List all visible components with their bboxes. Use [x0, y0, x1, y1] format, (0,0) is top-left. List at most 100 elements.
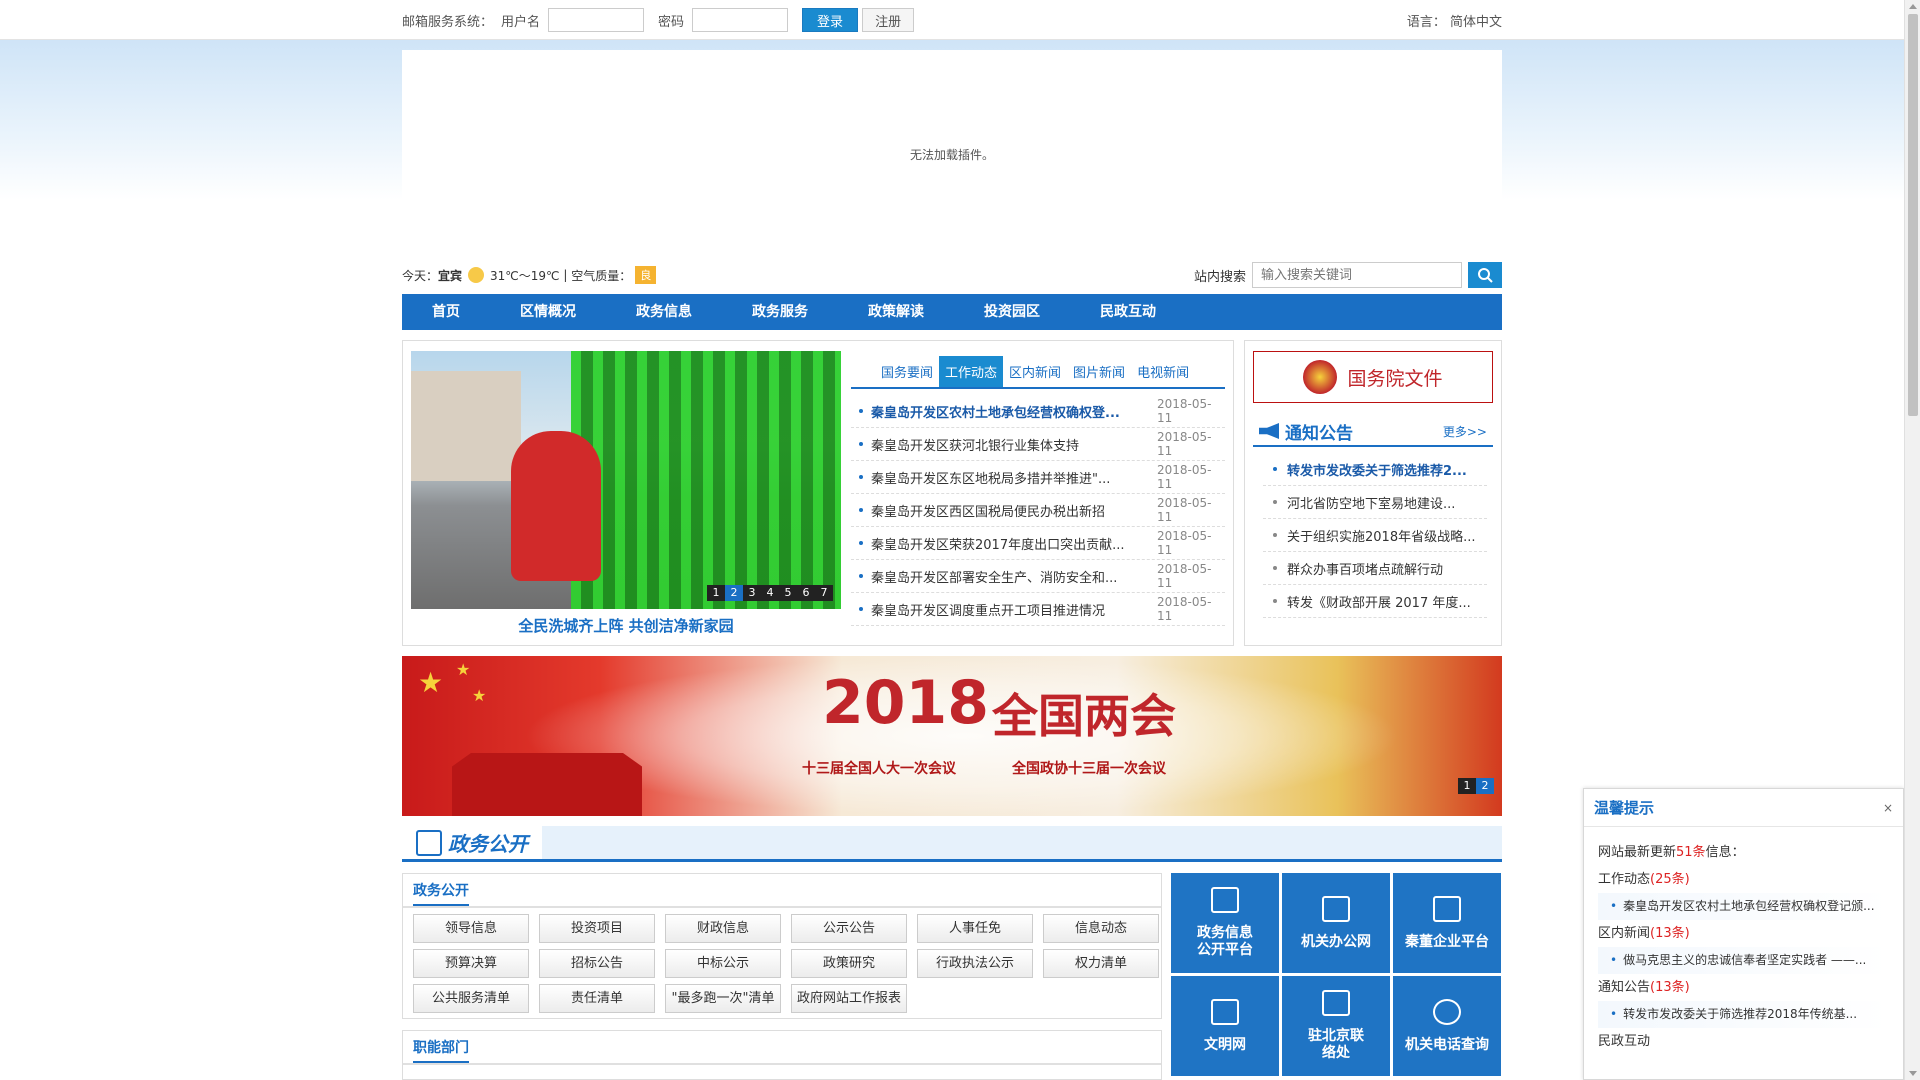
- tile-phone-lookup[interactable]: 机关电话查询: [1393, 976, 1501, 1076]
- news-item[interactable]: 秦皇岛开发区西区国税局便民办税出新招 2018-05-11: [851, 494, 1225, 527]
- search-button[interactable]: [1468, 262, 1502, 288]
- news-item[interactable]: 秦皇岛开发区荣获2017年度出口突出贡献... 2018-05-11: [851, 527, 1225, 560]
- gov-open-button[interactable]: 人事任免: [917, 914, 1033, 943]
- news-date: 2018-05-11: [1157, 463, 1212, 491]
- gov-open-button[interactable]: 责任清单: [539, 984, 655, 1013]
- bullet-icon: [859, 475, 863, 479]
- news-item[interactable]: 秦皇岛开发区农村土地承包经营权确权登... 2018-05-11: [851, 395, 1225, 428]
- nav-item-policy[interactable]: 政策解读: [838, 294, 954, 330]
- carousel-page[interactable]: 3: [743, 585, 761, 601]
- tile-beijing-office[interactable]: 驻北京联 络处: [1282, 976, 1390, 1076]
- news-title: 秦皇岛开发区西区国税局便民办税出新招: [871, 504, 1106, 520]
- notice-item[interactable]: 转发市发改委关于筛选推荐2...: [1263, 453, 1487, 486]
- photo-carousel[interactable]: 1 2 3 4 5 6 7: [411, 351, 841, 609]
- gov-open-button[interactable]: 财政信息: [665, 914, 781, 943]
- username-label: 用户名: [501, 14, 541, 30]
- gov-open-button[interactable]: "最多跑一次"清单: [665, 984, 781, 1013]
- popup-group[interactable]: 通知公告(13条): [1598, 974, 1889, 1001]
- tab-work-updates[interactable]: 工作动态: [939, 356, 1004, 387]
- popup-group[interactable]: 区内新闻(13条): [1598, 920, 1889, 947]
- news-title: 秦皇岛开发区荣获2017年度出口突出贡献...: [871, 537, 1125, 553]
- news-item[interactable]: 秦皇岛开发区部署安全生产、消防安全和... 2018-05-11: [851, 560, 1225, 593]
- search-input[interactable]: [1252, 262, 1462, 288]
- popup-group-item[interactable]: 转发市发改委关于筛选推荐2018年传统基...: [1598, 1001, 1889, 1028]
- gov-open-button[interactable]: 招标公告: [539, 949, 655, 978]
- bullet-icon: [1273, 599, 1277, 603]
- popup-body: 网站最新更新51条信息： 工作动态(25条) 秦皇岛开发区农村土地承包经营权确权…: [1584, 827, 1903, 1067]
- gov-open-button[interactable]: 行政执法公示: [917, 949, 1033, 978]
- gov-open-button[interactable]: 公共服务清单: [413, 984, 529, 1013]
- gov-open-panel: 政务公开 领导信息 投资项目 财政信息 公示公告 人事任免 信息动态 预算决算 …: [402, 873, 1162, 1019]
- gov-open-button[interactable]: 权力清单: [1043, 949, 1159, 978]
- username-input[interactable]: [548, 8, 645, 32]
- gov-open-title: 政务公开: [413, 880, 469, 906]
- carousel-page[interactable]: 5: [779, 585, 797, 601]
- tile-enterprise-platform[interactable]: 秦董企业平台: [1393, 873, 1501, 973]
- gov-open-button[interactable]: 预算决算: [413, 949, 529, 978]
- banner-page[interactable]: 1: [1458, 778, 1476, 794]
- gov-open-button[interactable]: 政策研究: [791, 949, 907, 978]
- scroll-down-icon[interactable]: [1909, 1071, 1917, 1076]
- language-selector[interactable]: 语言： 简体中文: [1407, 11, 1502, 30]
- popup-group[interactable]: 民政互动: [1598, 1028, 1889, 1055]
- news-item[interactable]: 秦皇岛开发区调度重点开工项目推进情况 2018-05-11: [851, 593, 1225, 626]
- state-council-docs-button[interactable]: 国务院文件: [1253, 351, 1493, 403]
- plugin-placeholder: 无法加载插件。: [402, 50, 1502, 200]
- tile-gov-info-platform[interactable]: 政务信息 公开平台: [1171, 873, 1279, 973]
- carousel-page[interactable]: 6: [797, 585, 815, 601]
- gov-open-button[interactable]: 信息动态: [1043, 914, 1159, 943]
- scroll-up-icon[interactable]: [1909, 4, 1917, 9]
- carousel-page-active[interactable]: 2: [725, 585, 743, 601]
- notice-item[interactable]: 转发《财政部开展 2017 年度...: [1263, 585, 1487, 618]
- nav-item-overview[interactable]: 区情概况: [490, 294, 606, 330]
- notice-item[interactable]: 关于组织实施2018年省级战略...: [1263, 519, 1487, 552]
- register-button[interactable]: 注册: [862, 8, 915, 32]
- carousel-page[interactable]: 4: [761, 585, 779, 601]
- gov-open-buttons: 领导信息 投资项目 财政信息 公示公告 人事任免 信息动态 预算决算 招标公告 …: [403, 908, 1161, 1019]
- more-link[interactable]: 更多>>: [1443, 423, 1487, 440]
- news-item[interactable]: 秦皇岛开发区东区地税局多措并举推进"... 2018-05-11: [851, 461, 1225, 494]
- state-council-label: 国务院文件: [1347, 367, 1443, 390]
- popup-group[interactable]: 工作动态(25条): [1598, 866, 1889, 893]
- nav-item-gov-service[interactable]: 政务服务: [722, 294, 838, 330]
- bullet-icon: [1273, 467, 1277, 471]
- nav-item-home[interactable]: 首页: [402, 294, 490, 330]
- tile-label: 政务信息 公开平台: [1197, 925, 1253, 958]
- tab-state-news[interactable]: 国务要闻: [875, 356, 939, 387]
- notice-item[interactable]: 河北省防空地下室易地建设...: [1263, 486, 1487, 519]
- popup-group-item[interactable]: 做马克思主义的忠诚信奉者坚定实践者 ——...: [1598, 947, 1889, 974]
- scrollbar-thumb[interactable]: [1908, 14, 1918, 416]
- banner-title: 全国两会: [992, 689, 1176, 743]
- gov-open-button[interactable]: 政府网站工作报表: [791, 984, 907, 1013]
- news-date: 2018-05-11: [1157, 430, 1212, 458]
- nav-item-interaction[interactable]: 民政互动: [1070, 294, 1186, 330]
- page-scrollbar[interactable]: [1904, 0, 1920, 1080]
- news-tabs: 国务要闻 工作动态 区内新闻 图片新闻 电视新闻: [851, 351, 1225, 389]
- divider: |: [559, 268, 572, 282]
- news-item[interactable]: 秦皇岛开发区获河北银行业集体支持 2018-05-11: [851, 428, 1225, 461]
- popup-group-item[interactable]: 秦皇岛开发区农村土地承包经营权确权登记颁...: [1598, 893, 1889, 920]
- nav-item-gov-info[interactable]: 政务信息: [606, 294, 722, 330]
- carousel-pager: 1 2 3 4 5 6 7: [707, 585, 833, 601]
- tab-district-news[interactable]: 区内新闻: [1003, 356, 1067, 387]
- tab-tv-news[interactable]: 电视新闻: [1131, 356, 1195, 387]
- departments-header: 职能部门: [403, 1031, 1161, 1065]
- two-sessions-banner[interactable]: ★ ★ ★ 2018 全国两会 十三届全国人大一次会议 全国政协十三届一次会议 …: [402, 656, 1502, 816]
- gov-open-button[interactable]: 中标公示: [665, 949, 781, 978]
- password-input[interactable]: [692, 8, 789, 32]
- banner-page-active[interactable]: 2: [1476, 778, 1494, 794]
- carousel-page[interactable]: 7: [815, 585, 833, 601]
- tile-office-network[interactable]: 机关办公网: [1282, 873, 1390, 973]
- carousel-caption[interactable]: 全民洗城齐上阵 共创洁净新家园: [411, 615, 841, 636]
- tab-photo-news[interactable]: 图片新闻: [1067, 356, 1131, 387]
- login-button[interactable]: 登录: [802, 8, 859, 32]
- tile-label: 驻北京联 络处: [1308, 1028, 1364, 1061]
- notice-item[interactable]: 群众办事百项堵点疏解行动: [1263, 552, 1487, 585]
- tile-civilization-site[interactable]: 文明网: [1171, 976, 1279, 1076]
- carousel-page[interactable]: 1: [707, 585, 725, 601]
- close-icon[interactable]: ×: [1883, 801, 1893, 815]
- gov-open-button[interactable]: 投资项目: [539, 914, 655, 943]
- gov-open-button[interactable]: 公示公告: [791, 914, 907, 943]
- gov-open-button[interactable]: 领导信息: [413, 914, 529, 943]
- nav-item-investment[interactable]: 投资园区: [954, 294, 1070, 330]
